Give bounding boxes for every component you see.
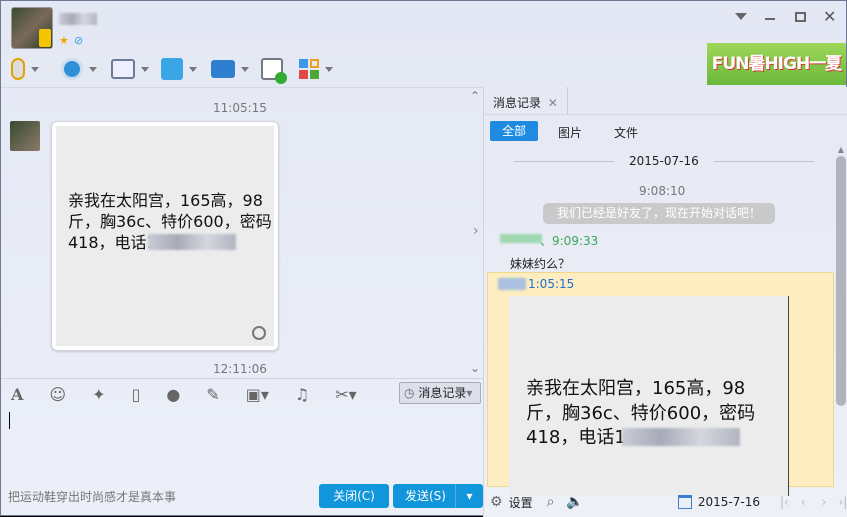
image-text-line: 斤，胸36c、特价600，密码 <box>526 403 756 424</box>
remote-desktop-icon[interactable] <box>211 60 235 78</box>
music-icon[interactable]: ♫ <box>295 385 309 404</box>
close-button[interactable]: 关闭(C) <box>319 484 389 508</box>
clock-icon: ◷ <box>404 386 415 400</box>
system-time: 9:08:10 <box>639 184 686 198</box>
apps-icon[interactable] <box>299 59 319 79</box>
new-chat-icon[interactable] <box>261 58 287 84</box>
qzone-icon[interactable]: ⊘ <box>74 34 83 47</box>
settings-label[interactable]: 设置 <box>509 494 533 511</box>
image-text-line: 418，电话1 <box>526 427 626 448</box>
chevron-down-icon[interactable] <box>241 66 249 72</box>
scrollbar[interactable]: ▲ <box>836 145 846 485</box>
highlighted-message[interactable]: 1:05:15 亲我在太阳宫，165高，98 斤，胸36c、特价600，密码 4… <box>487 272 834 496</box>
image-message[interactable]: 亲我在太阳宫，165高，98 斤，胸36c、特价600，密码 418，电话1 <box>51 121 279 351</box>
restore-icon[interactable] <box>765 18 775 20</box>
shake-icon[interactable]: ▯ <box>132 385 141 404</box>
message-time: 11:05:15 <box>213 101 267 115</box>
history-button[interactable]: ◷ 消息记录▾ <box>399 382 481 404</box>
image-text-line: 斤，胸36c、特价600，密码 <box>68 212 272 231</box>
history-button-label: 消息记录 <box>418 386 467 400</box>
sender-avatar[interactable] <box>10 121 40 151</box>
speaker-icon[interactable]: 🔈 <box>566 494 583 510</box>
message-input[interactable] <box>3 406 481 480</box>
sender-name-redacted <box>500 234 542 243</box>
input-toolbar: A ☺ ✦ ▯ ● ✎ ▣▾ ♫ ✂▾ <box>11 384 371 404</box>
history-date: 2015-07-16 <box>629 154 699 168</box>
filter-images[interactable]: 图片 <box>558 124 582 141</box>
message-time: 、9:09:33 <box>540 234 599 248</box>
history-image[interactable]: 亲我在太阳宫，165高，98 斤，胸36c、特价600，密码 418，电话1 <box>509 296 789 496</box>
collapse-up-icon[interactable]: ⌃ <box>470 89 480 103</box>
chevron-down-icon[interactable] <box>31 66 39 72</box>
chevron-down-icon[interactable] <box>141 66 149 72</box>
search-icon[interactable]: ⌕ <box>547 494 555 510</box>
font-icon[interactable]: A <box>11 385 23 404</box>
date-picker[interactable]: 2015-7-16 <box>698 495 760 509</box>
chat-window: ★ ⊘ ✕ FUN暑HIGH一夏 11:05:15 亲我在太阳宫，165高，98… <box>0 0 847 517</box>
screen-share-icon[interactable] <box>111 59 135 79</box>
microphone-icon[interactable] <box>11 58 25 80</box>
prev-page-icon[interactable]: ‹ <box>801 495 806 509</box>
camera-icon[interactable] <box>61 58 83 80</box>
contact-name[interactable] <box>59 13 97 25</box>
first-page-icon[interactable]: |‹ <box>780 495 789 509</box>
close-window-icon[interactable]: ✕ <box>823 7 836 26</box>
message-time: 1:05:15 <box>528 277 575 291</box>
last-page-icon[interactable]: ›| <box>838 495 847 509</box>
settings-icon[interactable]: ⚙ <box>490 494 503 510</box>
collapse-down-icon[interactable]: ⌄ <box>470 361 480 375</box>
image-text-line: 亲我在太阳宫，165高，98 <box>526 378 746 399</box>
chevron-down-icon[interactable] <box>89 66 97 72</box>
maximize-icon[interactable] <box>795 12 806 22</box>
tab-history[interactable]: 消息记录 ✕ <box>484 87 568 114</box>
redacted-phone <box>622 428 740 446</box>
folder-transfer-icon[interactable] <box>161 58 183 80</box>
chevron-down-icon[interactable] <box>189 66 197 72</box>
magic-wand-icon[interactable]: ✦ <box>92 385 105 404</box>
chevron-down-icon[interactable] <box>325 66 333 72</box>
close-tab-icon[interactable]: ✕ <box>548 96 558 110</box>
tip-text[interactable]: 把运动鞋穿出时尚感才是真本事 <box>8 488 176 505</box>
emoji-icon[interactable]: ☺ <box>49 385 66 404</box>
filter-all[interactable]: 全部 <box>490 121 538 141</box>
expand-panel-icon[interactable]: › <box>473 223 479 239</box>
screenshot-scissors-icon[interactable]: ✂▾ <box>335 385 356 404</box>
minimize-icon[interactable] <box>735 13 747 20</box>
filter-files[interactable]: 文件 <box>614 124 638 141</box>
history-message[interactable]: 妹妹约么？ <box>510 255 570 272</box>
sender-name-redacted <box>498 278 526 290</box>
zoom-in-icon[interactable] <box>252 326 266 340</box>
promo-banner[interactable]: FUN暑HIGH一夏 <box>707 43 846 85</box>
edit-icon[interactable]: ✎ <box>206 385 219 404</box>
voice-message-icon[interactable]: ● <box>166 385 180 404</box>
redacted-phone <box>148 234 236 250</box>
system-message: 我们已经是好友了，现在开始对话吧！ <box>543 203 775 224</box>
image-text-line: 亲我在太阳宫，165高，98 <box>68 191 263 210</box>
history-panel: 消息记录 ✕ 全部 图片 文件 2015-07-16 9:08:10 我们已经是… <box>483 87 847 517</box>
send-options-icon[interactable]: ▾ <box>455 484 483 508</box>
calendar-icon[interactable] <box>677 495 692 509</box>
image-text-line: 418，电话1 <box>68 233 157 252</box>
message-time: 12:11:06 <box>213 362 267 376</box>
scrollbar-thumb[interactable] <box>836 156 846 406</box>
send-button[interactable]: 发送(S) ▾ <box>393 484 483 508</box>
star-icon: ★ <box>59 34 69 47</box>
tab-label: 消息记录 <box>493 96 542 110</box>
send-label: 发送(S) <box>405 489 446 503</box>
mobile-online-icon <box>39 29 51 47</box>
image-icon[interactable]: ▣▾ <box>246 385 269 404</box>
next-page-icon[interactable]: › <box>822 495 827 509</box>
